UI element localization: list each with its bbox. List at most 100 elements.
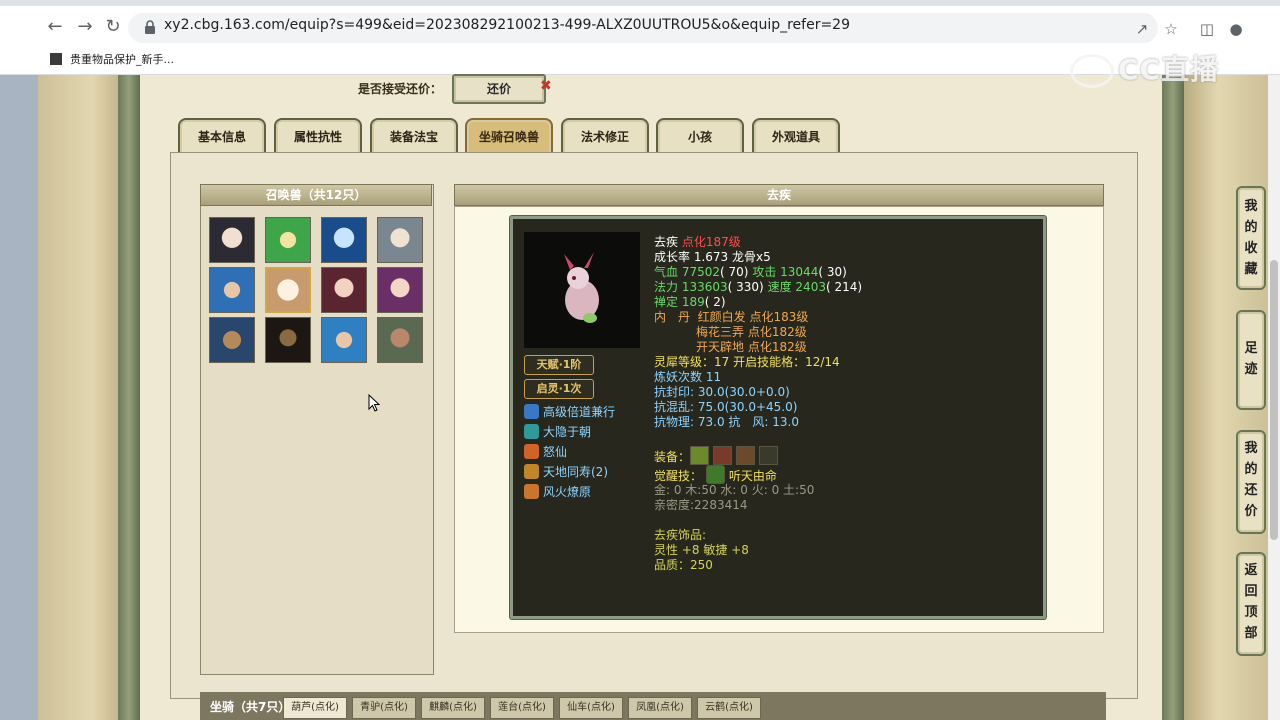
skill-item[interactable]: 高级倍道兼行 (524, 403, 615, 421)
summon-avatar[interactable] (321, 317, 367, 363)
mount-tab[interactable]: 云鹤(点化) (697, 697, 761, 719)
tab-appearance[interactable]: 外观道具 (752, 118, 840, 154)
equip-slot-icon[interactable] (759, 446, 779, 465)
button-char: 顶 (1244, 605, 1258, 620)
equip-slot-icon[interactable] (690, 446, 710, 465)
hp-label: 气血 (654, 265, 679, 279)
summon-avatar[interactable] (209, 267, 255, 313)
summon-avatar[interactable] (377, 267, 423, 313)
summon-avatar[interactable] (377, 317, 423, 363)
hp-value: 77502 (681, 265, 721, 279)
mount-title: 坐骑（共7只） (210, 700, 291, 714)
close-icon[interactable]: ✖ (540, 78, 552, 94)
equip-slot-icon[interactable] (736, 446, 756, 465)
skill-name: 大隐于朝 (543, 425, 592, 439)
profile-icon[interactable]: ● (1226, 19, 1246, 39)
share-icon[interactable]: ↗ (1132, 19, 1152, 39)
tab-child[interactable]: 小孩 (656, 118, 744, 154)
atk-value: 13044 (780, 265, 819, 279)
mp-bonus: ( 330) (727, 280, 764, 294)
inner-core-label: 内 丹 (654, 310, 691, 324)
lock-icon[interactable] (144, 20, 156, 34)
skill-name: 风火燎原 (543, 485, 592, 499)
reload-icon[interactable]: ↻ (102, 16, 124, 38)
spd-label: 速度 (767, 280, 792, 294)
equipment-row: 装备： (654, 446, 782, 465)
my-bargains-button[interactable]: 我 的 还 价 (1236, 430, 1266, 534)
mount-tab[interactable]: 凤凰(点化) (628, 697, 692, 719)
equip-slot-icon[interactable] (713, 446, 733, 465)
zen-value: 189 (681, 295, 705, 309)
talent-badge[interactable]: 天赋·1阶 (524, 355, 594, 375)
skill-speed-icon (524, 404, 539, 419)
summon-avatar[interactable] (377, 217, 423, 263)
bookmark-item[interactable]: 贵重物品保护_新手... (70, 51, 174, 67)
inner-core-3: 开天辟地 点化182级 (696, 340, 807, 354)
skill-rage-icon (524, 444, 539, 459)
ornament-quality: 品质：250 (654, 558, 713, 572)
back-to-top-button[interactable]: 返 回 顶 部 (1236, 552, 1266, 656)
stat-hp-atk: 气血 77502( 70) 攻击 13044( 30) (654, 265, 847, 280)
tab-basic-info[interactable]: 基本信息 (178, 118, 266, 154)
spd-bonus: ( 214) (825, 280, 863, 294)
tab-equipment[interactable]: 装备法宝 (370, 118, 458, 154)
button-char: 我 (1244, 199, 1258, 214)
skill-item[interactable]: 天地同寿(2) (524, 463, 608, 481)
refine-count: 炼妖次数 11 (654, 370, 722, 384)
summon-list-title: 召唤兽（共12只） (200, 184, 432, 206)
awakening-badge[interactable]: 启灵·1次 (524, 379, 594, 399)
star-icon[interactable]: ☆ (1161, 19, 1181, 39)
left-scroll-decoration (38, 75, 128, 720)
summon-avatar[interactable] (265, 217, 311, 263)
hp-bonus: ( 70) (720, 265, 749, 279)
equip-label: 装备： (654, 450, 691, 464)
tab-spell-mod[interactable]: 法术修正 (561, 118, 649, 154)
bargain-button[interactable]: 还价 (452, 74, 546, 104)
inner-core-1: 内 丹 红颜白发 点化183级 (654, 310, 808, 325)
url-text[interactable]: xy2.cbg.163.com/equip?s=499&eid=20230829… (164, 17, 850, 33)
element-values: 金: 0 木:50 水: 0 火: 0 土:50 (654, 483, 815, 497)
watermark-logo-icon (1070, 54, 1114, 88)
my-favorites-button[interactable]: 我 的 收 藏 (1236, 186, 1266, 290)
zen-bonus: ( 2) (704, 295, 726, 309)
footprint-button[interactable]: 足 迹 (1236, 310, 1266, 410)
inner-core-2: 梅花三弄 点化182级 (696, 325, 807, 339)
left-border-bar (118, 75, 140, 720)
tab-attributes[interactable]: 属性抗性 (274, 118, 362, 154)
pet-portrait (524, 232, 640, 348)
tab-mount-summons[interactable]: 坐骑召唤兽 (465, 118, 553, 154)
button-char: 部 (1244, 626, 1258, 641)
mount-tab[interactable]: 青驴(点化) (352, 697, 416, 719)
mount-tab[interactable]: 麒麟(点化) (421, 697, 485, 719)
mount-tab[interactable]: 仙车(点化) (559, 697, 623, 719)
button-char: 的 (1244, 462, 1258, 477)
skill-item[interactable]: 怒仙 (524, 443, 567, 461)
atk-bonus: ( 30) (818, 265, 847, 279)
button-char: 我 (1244, 441, 1258, 456)
pet-name-line: 去疾 点化187级 (654, 235, 741, 250)
mouse-cursor-icon (368, 394, 380, 412)
left-edge (0, 75, 38, 720)
mount-tab[interactable]: 莲台(点化) (490, 697, 554, 719)
stat-mp-spd: 法力 133603( 330) 速度 2403( 214) (654, 280, 862, 295)
button-char: 的 (1244, 220, 1258, 235)
awaken-skill-icon[interactable] (705, 465, 725, 484)
skill-item[interactable]: 风火燎原 (524, 483, 591, 501)
sidepanel-icon[interactable]: ◫ (1197, 19, 1217, 39)
scrollbar-thumb[interactable] (1270, 260, 1278, 540)
pet-growth: 成长率 1.673 龙骨x5 (654, 250, 771, 264)
summon-avatar[interactable] (209, 317, 255, 363)
summon-avatar-selected[interactable] (265, 267, 311, 313)
skill-name: 怒仙 (543, 445, 568, 459)
summon-avatar[interactable] (209, 217, 255, 263)
summon-avatar[interactable] (321, 217, 367, 263)
inner-core-value: 红颜白发 点化183级 (697, 310, 809, 324)
skill-name: 天地同寿(2) (543, 465, 608, 479)
summon-avatar[interactable] (265, 317, 311, 363)
summon-avatar[interactable] (321, 267, 367, 313)
forward-icon[interactable]: → (74, 16, 96, 38)
mount-tab[interactable]: 葫芦(点化) (283, 697, 347, 719)
skill-item[interactable]: 大隐于朝 (524, 423, 591, 441)
back-icon[interactable]: ← (44, 16, 66, 38)
button-char: 价 (1244, 504, 1258, 519)
